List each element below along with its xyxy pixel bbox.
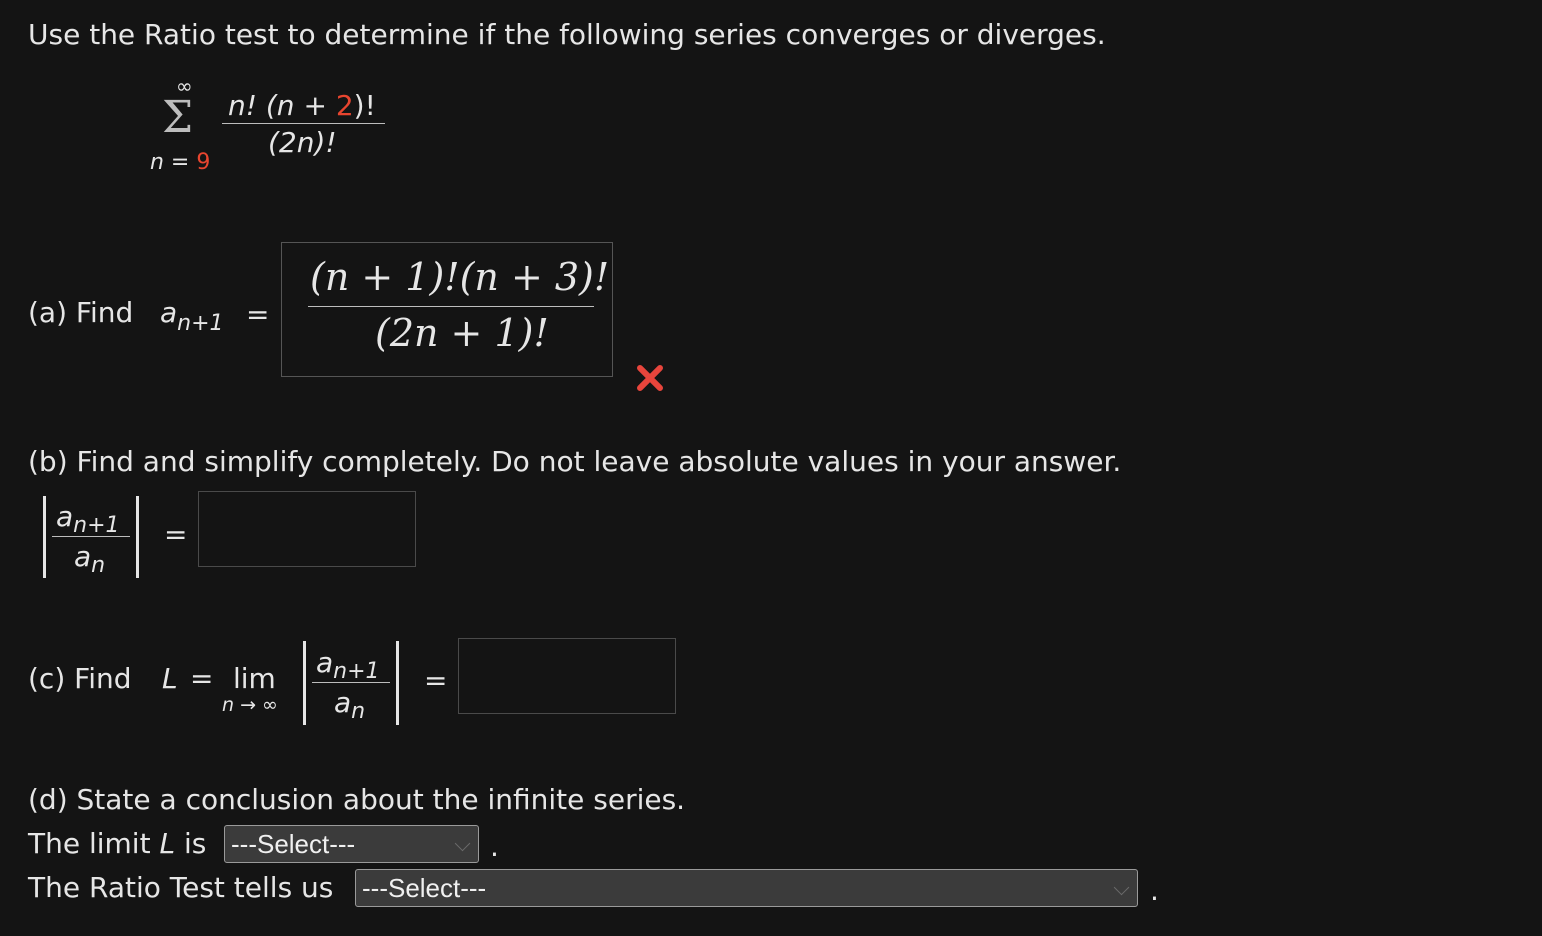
ratio-period: . bbox=[1150, 874, 1159, 907]
series-numerator-num: 2 bbox=[335, 89, 354, 122]
incorrect-icon bbox=[634, 362, 666, 394]
limit-label-b: is bbox=[175, 827, 207, 860]
part-c-answer-input[interactable] bbox=[458, 638, 676, 714]
part-c-den-sub: n bbox=[351, 699, 366, 724]
part-a-answer-numerator: (n + 1)!(n + 3)! bbox=[310, 255, 610, 299]
limit-label-a: The limit bbox=[28, 827, 160, 860]
part-c-fraction-line bbox=[312, 682, 390, 683]
part-b-den-sub: n bbox=[91, 553, 106, 578]
part-a-term-sub: n+1 bbox=[177, 311, 224, 336]
question-prompt: Use the Ratio test to determine if the f… bbox=[28, 18, 1106, 51]
part-c-num-sub: n+1 bbox=[333, 659, 380, 684]
ratio-select[interactable]: ---Select--- bbox=[355, 869, 1138, 907]
part-b-abs-right bbox=[136, 496, 139, 578]
part-b-frac-den: an bbox=[74, 540, 105, 578]
part-b-num-a: a bbox=[56, 500, 74, 533]
part-c-den-a: a bbox=[334, 686, 352, 719]
part-c-label: (c) Find bbox=[28, 662, 132, 695]
part-c-lim: lim bbox=[233, 662, 276, 695]
limit-select-value: ---Select--- bbox=[231, 829, 356, 859]
part-b-answer-input[interactable] bbox=[198, 491, 416, 567]
series-numerator: n! (n + 2)! bbox=[228, 89, 376, 122]
series-fraction-line bbox=[222, 123, 385, 124]
part-a-answer-box[interactable]: (n + 1)!(n + 3)! (2n + 1)! bbox=[281, 242, 613, 377]
part-c-equals-1: = bbox=[190, 662, 214, 695]
series-numerator-b: )! bbox=[353, 89, 376, 122]
incorrect-icon-svg bbox=[637, 365, 663, 391]
part-a-answer-fraction-line bbox=[308, 306, 594, 307]
part-b-abs-left bbox=[43, 496, 46, 578]
part-d-label: (d) State a conclusion about the infinit… bbox=[28, 783, 686, 816]
part-c-lim-sub: n → ∞ bbox=[222, 694, 278, 716]
part-c-abs-right bbox=[396, 641, 399, 725]
chevron-down-icon bbox=[454, 835, 471, 852]
ratio-select-value: ---Select--- bbox=[362, 873, 487, 903]
limit-period: . bbox=[490, 830, 499, 863]
part-b-fraction-line bbox=[52, 536, 130, 537]
sum-lower-limit: n = 9 bbox=[150, 150, 210, 175]
part-a-term-a: a bbox=[160, 296, 178, 329]
part-c-abs-left bbox=[303, 641, 306, 725]
sum-lower-var: n = bbox=[150, 150, 190, 175]
part-b-den-a: a bbox=[74, 540, 92, 573]
part-b-label: (b) Find and simplify completely. Do not… bbox=[28, 445, 1122, 478]
chevron-down-icon bbox=[1113, 879, 1130, 896]
sigma-icon: Σ bbox=[162, 92, 194, 143]
limit-label-L: L bbox=[159, 827, 176, 860]
part-a-answer-denominator: (2n + 1)! bbox=[375, 311, 549, 355]
part-c-frac-num: an+1 bbox=[316, 646, 380, 684]
part-c-L: L bbox=[162, 662, 178, 695]
part-a-term: an+1 bbox=[160, 296, 224, 336]
part-c-num-a: a bbox=[316, 646, 334, 679]
series-numerator-a: n! (n + bbox=[228, 89, 336, 122]
series-denominator: (2n)! bbox=[268, 126, 337, 159]
sum-lower-value: 9 bbox=[196, 150, 211, 175]
part-a-equals: = bbox=[246, 298, 270, 331]
limit-select[interactable]: ---Select--- bbox=[224, 825, 479, 863]
part-a-label: (a) Find bbox=[28, 296, 134, 329]
part-b-frac-num: an+1 bbox=[56, 500, 120, 538]
ratio-label: The Ratio Test tells us bbox=[28, 871, 334, 904]
limit-label: The limit L is bbox=[28, 827, 206, 860]
part-c-equals-2: = bbox=[424, 664, 448, 697]
part-b-num-sub: n+1 bbox=[73, 513, 120, 538]
part-b-equals: = bbox=[164, 518, 188, 551]
part-c-frac-den: an bbox=[334, 686, 365, 724]
